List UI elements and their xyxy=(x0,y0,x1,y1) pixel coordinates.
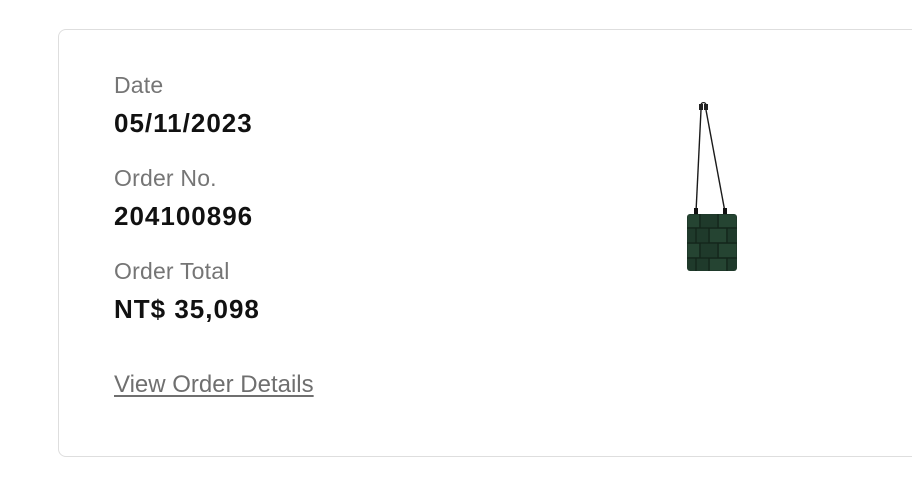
order-total-value: NT$ 35,098 xyxy=(114,294,260,324)
order-number-label: Order No. xyxy=(114,165,217,191)
order-number-value: 204100896 xyxy=(114,201,254,231)
date-value: 05/11/2023 xyxy=(114,108,253,138)
crossbody-bag-icon[interactable] xyxy=(674,102,754,280)
date-label: Date xyxy=(114,72,164,98)
order-card: Date 05/11/2023 Order No. 204100896 Orde… xyxy=(58,29,912,457)
order-total-label: Order Total xyxy=(114,258,230,284)
view-order-details-link[interactable]: View Order Details xyxy=(114,371,314,399)
